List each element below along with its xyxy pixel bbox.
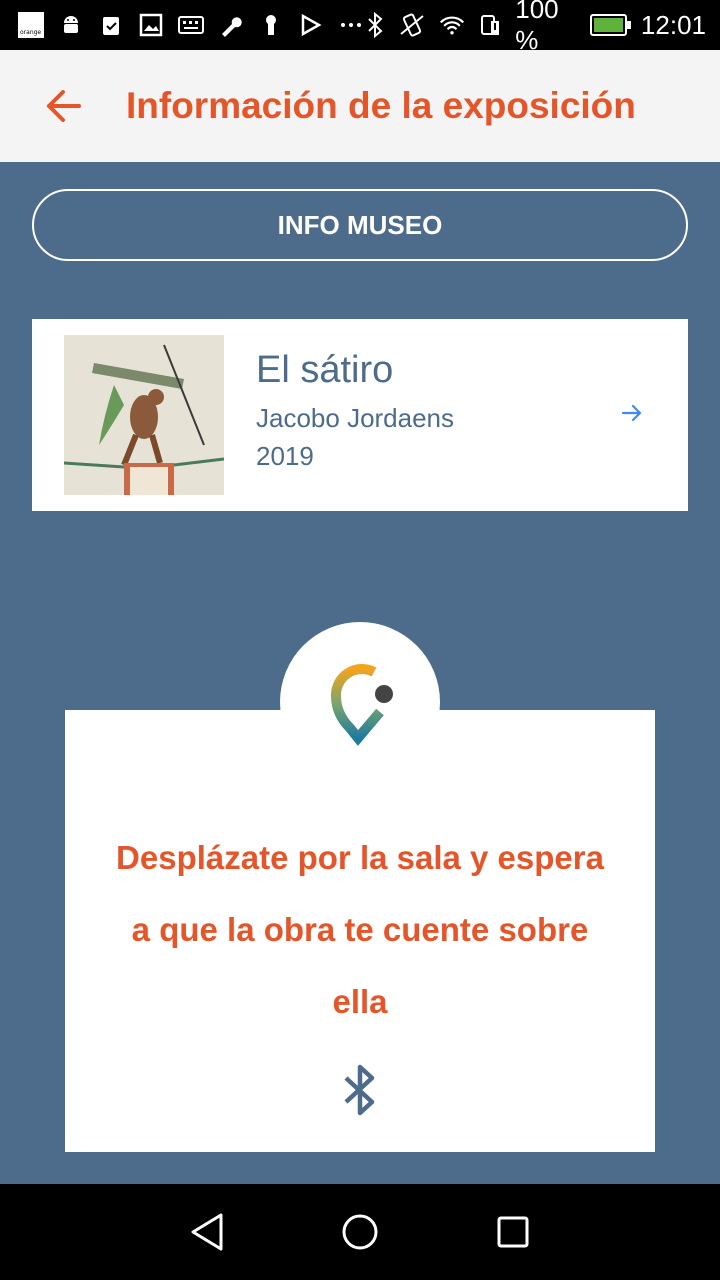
nav-recents-button[interactable] — [483, 1202, 543, 1262]
artwork-thumbnail — [64, 335, 224, 495]
send-check-icon — [298, 12, 324, 38]
beacon-message: Desplázate por la sala y espera a que la… — [65, 822, 655, 1038]
android-icon — [58, 12, 84, 38]
artwork-title: El sátiro — [256, 349, 394, 391]
page-title: Información de la exposición — [126, 85, 636, 126]
nav-home-button[interactable] — [330, 1202, 390, 1262]
battery-percent: 100 % — [515, 0, 559, 55]
clipboard-check-icon — [98, 12, 124, 38]
carrier-logo-text: orange — [20, 29, 42, 36]
bluetooth-icon — [364, 12, 385, 38]
arrow-left-icon — [47, 90, 81, 122]
status-bar: orange 100 % 12:01 — [0, 0, 720, 55]
battery-fill — [593, 18, 623, 32]
artwork-card[interactable]: El sátiro Jacobo Jordaens 2019 — [32, 319, 688, 511]
app-bar: Información de la exposición — [0, 50, 720, 162]
wrench-icon — [218, 12, 244, 38]
image-icon — [138, 12, 164, 38]
orange-logo-icon: orange — [18, 12, 44, 38]
artwork-year: 2019 — [256, 441, 314, 471]
beacon-message-line-1: Desplázate por la sala y espera — [116, 839, 604, 876]
location-pin-logo-icon — [322, 656, 398, 748]
nav-back-button[interactable] — [177, 1202, 237, 1262]
more-icon — [338, 12, 364, 38]
battery-charging-icon — [589, 14, 632, 36]
status-left: orange — [18, 12, 364, 38]
clock: 12:01 — [640, 9, 706, 40]
vibrate-icon — [399, 12, 425, 38]
info-museo-label: INFO MUSEO — [277, 209, 443, 240]
artwork-author: Jacobo Jordaens — [256, 403, 455, 433]
beacon-message-line-3: ella — [332, 983, 388, 1020]
navigation-bar — [0, 1184, 720, 1280]
status-right: 100 % 12:01 — [364, 0, 706, 56]
home-circle-icon — [342, 1214, 378, 1250]
sim-alert-icon — [479, 12, 501, 38]
recents-square-icon — [497, 1216, 529, 1248]
back-triangle-icon — [191, 1213, 223, 1251]
keyhole-icon — [258, 12, 284, 38]
bluetooth-icon — [340, 1064, 380, 1116]
wifi-icon — [439, 12, 465, 38]
back-button[interactable] — [18, 50, 108, 162]
arrow-right-icon — [620, 401, 644, 425]
beacon-message-line-2: a que la obra te cuente sobre — [131, 911, 589, 948]
info-museo-button[interactable]: INFO MUSEO — [32, 189, 688, 261]
keyboard-icon — [178, 12, 204, 38]
